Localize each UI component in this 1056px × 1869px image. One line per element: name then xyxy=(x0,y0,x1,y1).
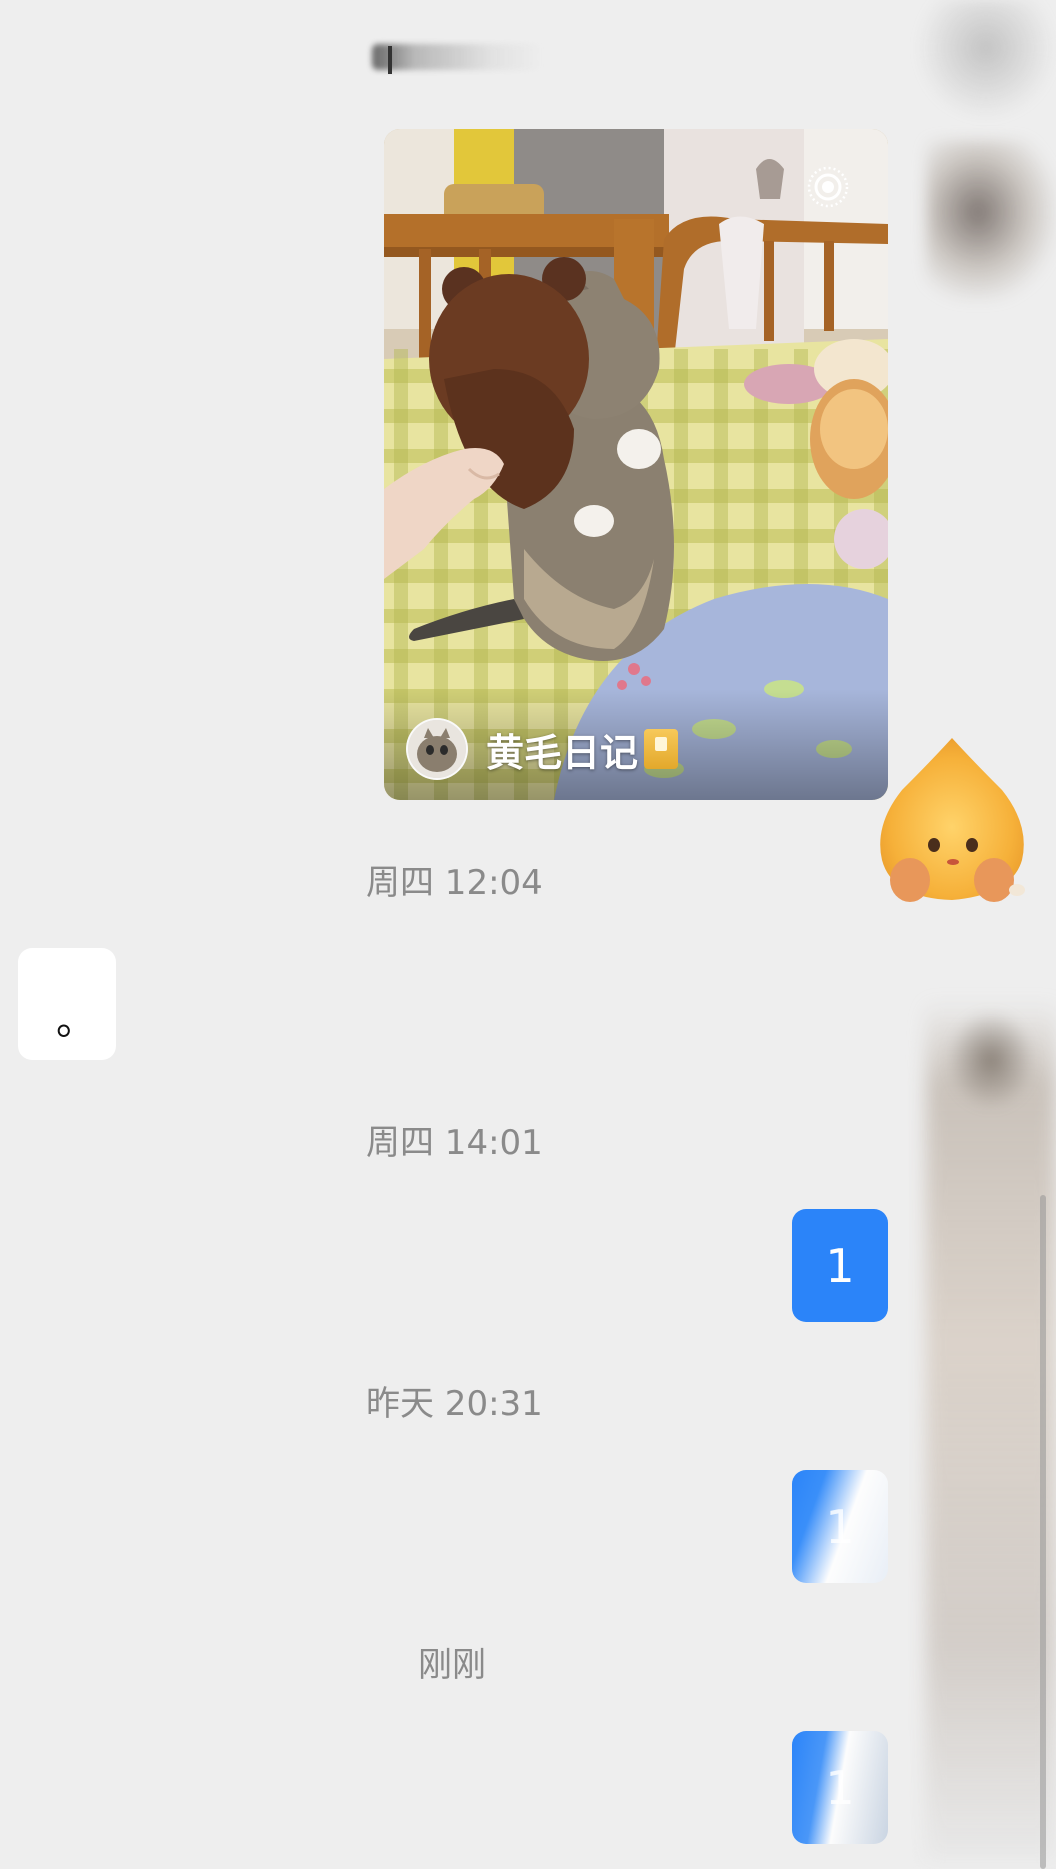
video-author-name: 黄毛日记 xyxy=(486,730,639,775)
shared-video-card[interactable]: 黄毛日记 xyxy=(384,129,888,800)
timestamp: 周四 14:01 xyxy=(366,1123,543,1163)
message-text: 。 xyxy=(56,998,96,1044)
outgoing-message-bubble[interactable]: 1 xyxy=(792,1731,888,1844)
live-photo-icon[interactable] xyxy=(804,163,852,211)
author-avatar[interactable] xyxy=(406,718,468,780)
self-avatar-sticker[interactable] xyxy=(872,730,1032,910)
sender-avatar-column-blurred xyxy=(886,0,1056,1869)
outgoing-message-bubble[interactable]: 1 xyxy=(792,1470,888,1583)
video-thumbnail xyxy=(384,129,888,800)
incoming-message-bubble[interactable]: 。 xyxy=(18,948,116,1060)
message-text: 1 xyxy=(825,1760,855,1815)
video-author-row[interactable]: 黄毛日记 xyxy=(406,718,679,780)
scrollbar[interactable] xyxy=(1040,1195,1046,1869)
message-text: 1 xyxy=(825,1499,855,1554)
notebook-icon xyxy=(644,729,679,769)
timestamp: 周四 12:04 xyxy=(366,863,543,903)
timestamp: 刚刚 xyxy=(418,1645,486,1685)
outgoing-message-bubble[interactable]: 1 xyxy=(792,1209,888,1322)
chat-screen: 黄毛日记 周四 12:04 。 周四 14:01 1 昨天 20:31 1 刚刚… xyxy=(0,0,1056,1869)
timestamp: 昨天 20:31 xyxy=(366,1384,543,1424)
message-text: 1 xyxy=(825,1238,855,1293)
